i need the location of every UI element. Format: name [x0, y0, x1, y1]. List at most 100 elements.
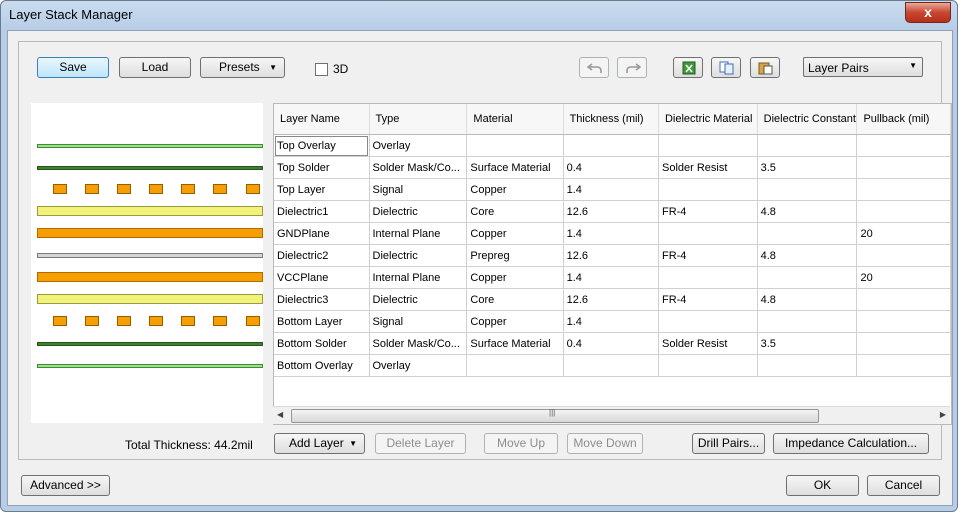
table-row[interactable]: Bottom Solder Solder Mask/Co... Surface Ma… — [274, 332, 951, 355]
table-cell[interactable]: Bottom Solder — [274, 332, 370, 355]
title-bar[interactable]: Layer Stack Manager x — [1, 1, 957, 29]
table-cell[interactable]: Copper — [466, 310, 564, 333]
table-cell[interactable] — [856, 178, 951, 201]
table-cell[interactable] — [757, 354, 858, 377]
save-button[interactable]: Save — [37, 57, 109, 78]
table-cell[interactable]: Signal — [369, 178, 468, 201]
table-cell[interactable] — [658, 266, 758, 289]
drill-pairs-button[interactable]: Drill Pairs... — [692, 433, 765, 454]
table-row[interactable]: Top Overlay Overlay — [274, 134, 951, 157]
table-cell[interactable] — [856, 354, 951, 377]
table-cell[interactable]: 12.6 — [563, 288, 659, 311]
table-cell[interactable]: Signal — [369, 310, 468, 333]
horizontal-scrollbar[interactable]: ◀ ||| ▶ — [273, 406, 950, 424]
copy-button[interactable] — [711, 57, 741, 78]
undo-button[interactable] — [579, 57, 609, 78]
table-cell[interactable]: Bottom Layer — [274, 310, 370, 333]
layer-grid[interactable]: Layer Name Type Material Thickness (mil) Die… — [273, 103, 952, 425]
table-cell[interactable]: Dielectric — [369, 288, 468, 311]
table-cell[interactable] — [658, 178, 758, 201]
table-cell[interactable]: Dielectric — [369, 244, 468, 267]
add-layer-button[interactable]: Add Layer ▼ — [274, 433, 365, 454]
table-row[interactable]: Top Layer Signal Copper 1.4 — [274, 178, 951, 201]
scroll-thumb[interactable]: ||| — [291, 408, 819, 423]
table-cell[interactable]: Top Solder — [274, 156, 370, 179]
table-cell[interactable]: Core — [466, 200, 564, 223]
table-cell[interactable]: 1.4 — [563, 178, 659, 201]
table-cell[interactable]: 3.5 — [757, 332, 858, 355]
table-cell[interactable]: 0.4 — [563, 332, 659, 355]
table-cell[interactable] — [757, 178, 858, 201]
table-cell[interactable] — [466, 134, 564, 157]
export-excel-button[interactable] — [673, 57, 703, 78]
table-cell[interactable]: Copper — [466, 266, 564, 289]
table-cell[interactable]: Copper — [466, 178, 564, 201]
table-cell[interactable]: Solder Mask/Co... — [369, 332, 468, 355]
table-cell[interactable] — [856, 134, 951, 157]
table-cell[interactable]: 12.6 — [563, 200, 659, 223]
table-cell[interactable]: Dielectric3 — [274, 288, 370, 311]
table-cell[interactable]: 12.6 — [563, 244, 659, 267]
layer-pairs-select[interactable]: Layer Pairs ▼ — [803, 57, 923, 77]
table-cell[interactable]: 1.4 — [563, 266, 659, 289]
table-cell[interactable]: Overlay — [369, 134, 468, 157]
cancel-button[interactable]: Cancel — [867, 475, 940, 496]
table-cell[interactable]: 20 — [856, 266, 951, 289]
checkbox-box[interactable] — [315, 63, 328, 76]
table-row[interactable]: Top Solder Solder Mask/Co... Surface Mater… — [274, 156, 951, 179]
presets-button[interactable]: Presets ▼ — [200, 57, 285, 78]
table-cell[interactable] — [856, 200, 951, 223]
move-up-button[interactable]: Move Up — [484, 433, 558, 454]
table-row[interactable]: Bottom Overlay Overlay — [274, 354, 951, 377]
table-row[interactable]: Dielectric1 Dielectric Core 12.6 FR-4 4.8 — [274, 200, 951, 223]
table-cell[interactable]: Solder Resist — [658, 156, 758, 179]
table-cell[interactable]: Bottom Overlay — [274, 354, 370, 377]
load-button[interactable]: Load — [119, 57, 191, 78]
table-cell[interactable]: 4.8 — [757, 288, 858, 311]
table-cell[interactable] — [757, 134, 858, 157]
table-cell[interactable] — [757, 310, 858, 333]
column-header[interactable]: Layer Name — [274, 104, 370, 135]
table-cell[interactable] — [658, 134, 758, 157]
table-cell[interactable]: Top Layer — [274, 178, 370, 201]
table-cell[interactable] — [856, 244, 951, 267]
table-row[interactable]: Dielectric2 Dielectric Prepreg 12.6 FR-4 4.8 — [274, 244, 951, 267]
table-cell[interactable]: Surface Material — [466, 156, 564, 179]
table-cell[interactable]: GNDPlane — [274, 222, 370, 245]
table-cell[interactable]: Overlay — [369, 354, 468, 377]
table-cell[interactable]: 1.4 — [563, 310, 659, 333]
scroll-right-icon[interactable]: ▶ — [940, 410, 946, 419]
table-cell[interactable] — [856, 156, 951, 179]
table-cell[interactable] — [856, 332, 951, 355]
table-cell[interactable]: Core — [466, 288, 564, 311]
delete-layer-button[interactable]: Delete Layer — [375, 433, 466, 454]
table-cell[interactable]: FR-4 — [658, 244, 758, 267]
table-cell[interactable] — [856, 310, 951, 333]
table-cell[interactable]: Dielectric — [369, 200, 468, 223]
table-cell[interactable]: Surface Material — [466, 332, 564, 355]
table-cell[interactable]: 4.8 — [757, 244, 858, 267]
scroll-left-icon[interactable]: ◀ — [277, 410, 283, 419]
impedance-calculation-button[interactable]: Impedance Calculation... — [773, 433, 929, 454]
table-cell[interactable]: Dielectric1 — [274, 200, 370, 223]
table-cell[interactable]: VCCPlane — [274, 266, 370, 289]
table-cell[interactable] — [856, 288, 951, 311]
table-cell[interactable] — [757, 266, 858, 289]
table-cell[interactable]: Internal Plane — [369, 222, 468, 245]
table-cell[interactable]: Top Overlay — [274, 134, 370, 157]
table-cell[interactable]: Solder Resist — [658, 332, 758, 355]
table-cell[interactable]: Dielectric2 — [274, 244, 370, 267]
table-row[interactable]: GNDPlane Internal Plane Copper 1.4 20 — [274, 222, 951, 245]
close-window-button[interactable]: x — [905, 2, 951, 23]
table-cell[interactable]: 0.4 — [563, 156, 659, 179]
table-row[interactable]: VCCPlane Internal Plane Copper 1.4 20 — [274, 266, 951, 289]
table-cell[interactable]: Prepreg — [466, 244, 564, 267]
table-cell[interactable] — [658, 222, 758, 245]
table-cell[interactable] — [658, 310, 758, 333]
redo-button[interactable] — [617, 57, 647, 78]
paste-button[interactable] — [750, 57, 780, 78]
table-cell[interactable] — [466, 354, 564, 377]
table-cell[interactable]: FR-4 — [658, 288, 758, 311]
ok-button[interactable]: OK — [786, 475, 859, 496]
table-cell[interactable]: 4.8 — [757, 200, 858, 223]
